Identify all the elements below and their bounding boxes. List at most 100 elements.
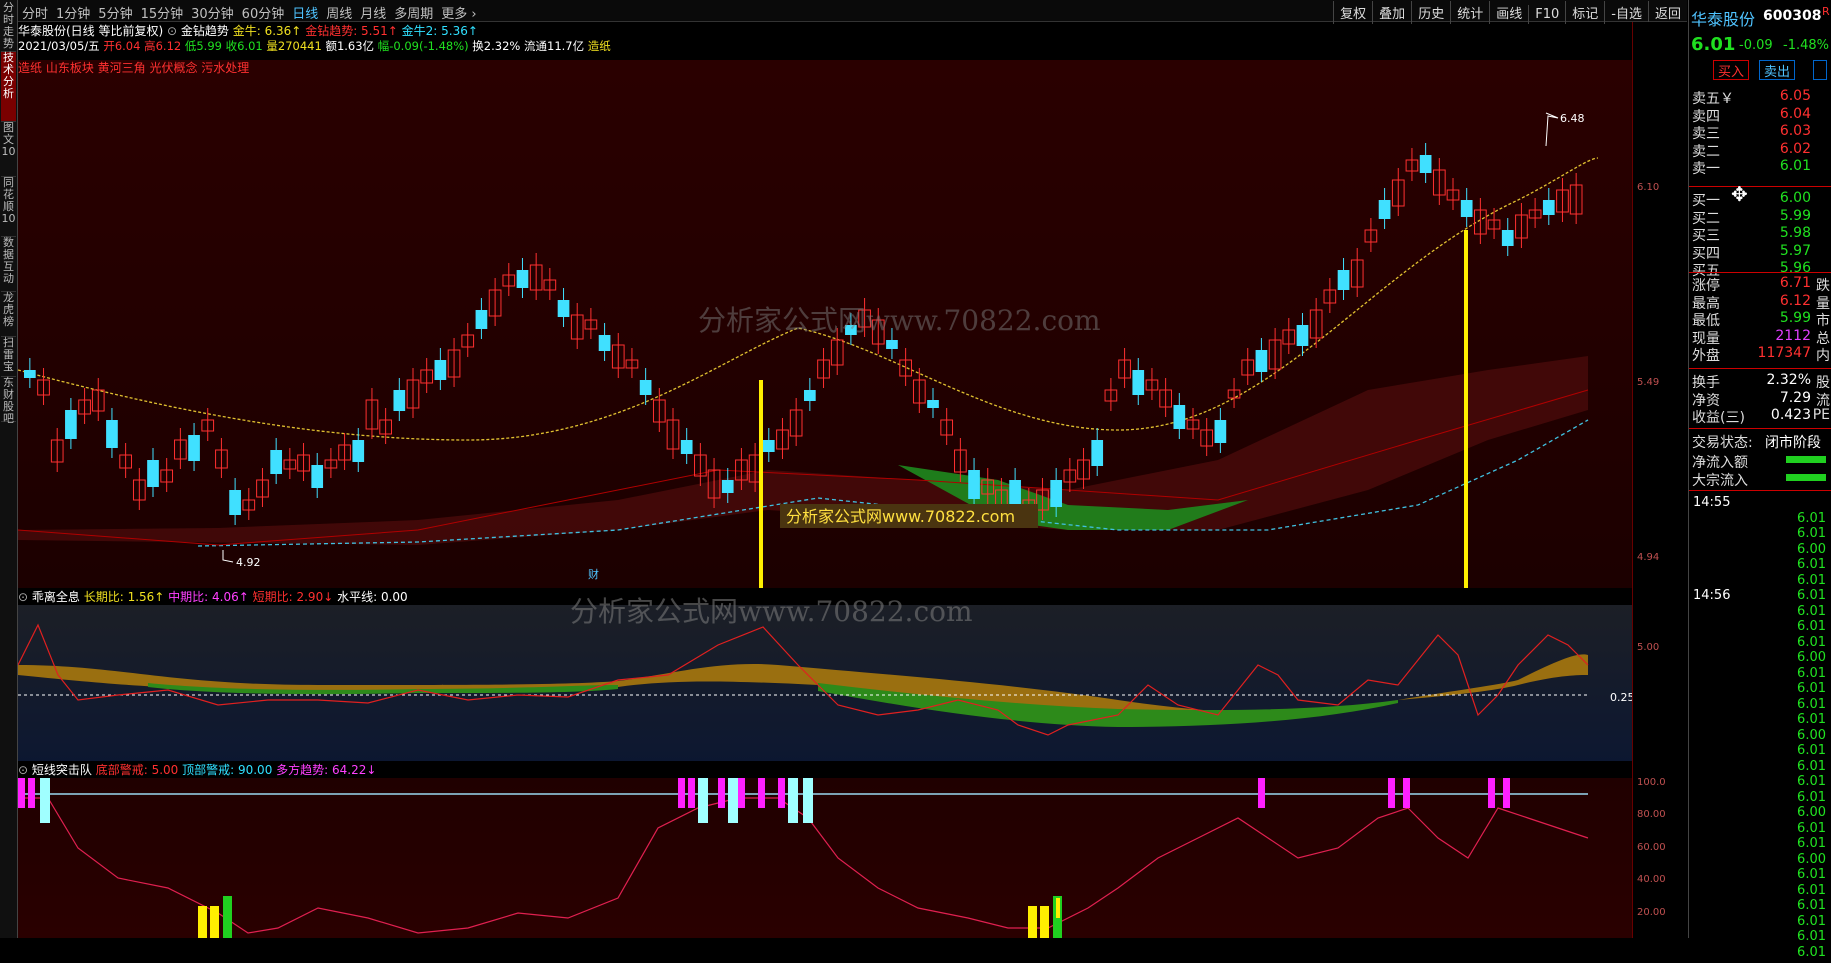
signal-bar — [738, 778, 745, 808]
stat-row-value: 6.71 — [1779, 275, 1811, 291]
toolbar-button[interactable]: 标记 — [1565, 1, 1604, 24]
high-price-label: 6.48 — [1560, 112, 1585, 125]
candle — [106, 420, 118, 448]
tick-price: 6.01 — [1797, 665, 1826, 681]
collapse-icon[interactable]: ⊙ — [18, 590, 32, 604]
stat2: 收益(三) 0.423 PE — [1689, 407, 1831, 427]
candle — [1050, 480, 1062, 507]
candle — [1009, 480, 1021, 508]
candlestick-chart[interactable]: 6.48 4.92 分析家公式网www.70822.com 分析家公式网www.… — [17, 60, 1632, 800]
tick-price: 6.01 — [1797, 526, 1826, 541]
candle — [1214, 420, 1227, 443]
indicator2-value: 多方趋势: 64.22↓ — [272, 763, 377, 777]
tick-price: 6.01 — [1797, 867, 1826, 882]
move-cursor-icon: ✥ — [1731, 182, 1748, 206]
candle — [270, 450, 282, 474]
indicator1-tick: 5.00 — [1637, 642, 1660, 653]
left-tab[interactable]: 龙虎榜 — [1, 292, 16, 337]
sell-button[interactable]: 卖出 — [1759, 60, 1795, 80]
left-tab[interactable]: 东财股吧 — [1, 377, 16, 425]
watermark-top: 分析家公式网www.70822.com — [698, 304, 1101, 337]
period-toolbar: 分时 1分钟 5分钟 15分钟 30分钟 60分钟 日线 周线 月线 多周期 更多 › 复权 叠加 历史… — [18, 0, 1687, 24]
watermark-box: 分析家公式网www.70822.com — [786, 507, 1015, 526]
toolbar-button[interactable]: 历史 — [1411, 1, 1450, 24]
quote-line: 2021/03/05/五 开6.04 高6.12 低5.99 收6.01 量27… — [18, 38, 1687, 56]
tick-price: 6.01 — [1797, 789, 1826, 805]
bid-row-value: 5.99 — [1779, 207, 1811, 224]
candle — [1378, 200, 1391, 219]
tick-price: 6.01 — [1797, 588, 1826, 603]
signal-bar — [1258, 778, 1265, 808]
stat2-value: 2.32% — [1766, 372, 1811, 388]
tick-price: 6.01 — [1797, 836, 1826, 851]
left-tab[interactable]: 数据互动 — [1, 237, 16, 292]
tick-row: 6.01 — [1689, 945, 1831, 963]
candle — [434, 360, 447, 380]
left-tab[interactable]: 图文10 — [1, 122, 16, 177]
toolbar-button[interactable]: -自选 — [1604, 1, 1648, 24]
price-tick: 6.10 — [1637, 182, 1660, 193]
left-tab[interactable]: 扫雷宝 — [1, 337, 16, 377]
trade-state-label: 交易状态: — [1692, 435, 1753, 451]
stat-row-suffix: 内 — [1816, 348, 1830, 364]
signal-bar — [688, 778, 695, 808]
signal-bar — [198, 906, 207, 938]
indicator1-value: 长期比: 1.56↑ — [83, 590, 165, 604]
toolbar-button[interactable]: 画线 — [1489, 1, 1528, 24]
quote-close: 收6.01 — [225, 39, 263, 53]
indicator1-name[interactable]: 乖离全息 — [32, 590, 80, 604]
more-button[interactable] — [1813, 60, 1827, 80]
toolbar-button[interactable]: 返回 — [1647, 1, 1687, 24]
ask-row: 卖一 6.01 — [1689, 158, 1831, 178]
candle — [886, 340, 898, 349]
candle — [188, 435, 200, 461]
stat-row-value: 2112 — [1775, 327, 1811, 344]
toolbar-button[interactable]: 复权 — [1333, 1, 1372, 24]
signal-bar — [718, 778, 725, 808]
indicator-name[interactable]: 金钻趋势 — [181, 24, 229, 38]
left-tab[interactable]: 分时走势 — [1, 2, 16, 52]
candle — [516, 270, 529, 288]
quote-open: 开6.04 — [103, 39, 141, 53]
block-inflow-label: 大宗流入 — [1692, 473, 1748, 489]
candle — [968, 470, 980, 499]
stat-row: 外盘 117347 内 — [1689, 345, 1831, 365]
stock-code: 600308 — [1763, 8, 1822, 24]
toolbar-button[interactable]: 叠加 — [1372, 1, 1411, 24]
tick-price: 6.01 — [1797, 557, 1826, 572]
buy-button[interactable]: 买入 — [1713, 60, 1749, 80]
tick-price: 6.01 — [1797, 913, 1826, 929]
indicator2-name[interactable]: 短线突击队 — [32, 763, 92, 777]
indicator2-tick: 40.00 — [1637, 874, 1666, 885]
indicator1-value: 短期比: 2.90↓ — [248, 590, 334, 604]
candle — [65, 410, 77, 439]
bid-row-value: 5.97 — [1779, 242, 1811, 259]
candle — [680, 440, 693, 454]
candle — [762, 440, 775, 452]
signal-bar — [758, 778, 765, 808]
collapse-icon[interactable]: ⊙ — [167, 24, 181, 38]
stock-name: 华泰股份 — [1691, 10, 1756, 29]
chart-title: 华泰股份(日线 等比前复权) — [18, 24, 164, 38]
tick-price: 6.01 — [1797, 743, 1826, 758]
signal-bar — [678, 778, 685, 808]
tick-price: 6.01 — [1797, 619, 1826, 634]
tick-price: 6.01 — [1797, 634, 1826, 650]
indicator-value: 金牛2: 5.36↑ — [397, 24, 478, 38]
left-tab[interactable]: 技术分析 — [1, 52, 16, 122]
tick-price: 6.00 — [1797, 650, 1826, 665]
signal-bar — [1040, 906, 1049, 938]
toolbar-button[interactable]: 统计 — [1450, 1, 1489, 24]
stat2-value: 7.29 — [1779, 389, 1811, 406]
ask-row-value: 6.04 — [1779, 105, 1811, 122]
left-vertical-tabs: 分时走势 技术分析 图文10 同花顺10 数据互动 龙虎榜 扫雷宝 东财股吧 — [0, 0, 18, 938]
candle — [1173, 405, 1186, 429]
price-tick: 4.94 — [1637, 552, 1660, 563]
quote-date: 2021/03/05/五 — [18, 39, 100, 53]
indicator2-chart[interactable] — [18, 778, 1632, 938]
candle — [927, 400, 939, 408]
left-tab[interactable]: 同花顺10 — [1, 177, 16, 237]
candle — [1296, 325, 1309, 346]
tick-time: 14:56 — [1693, 588, 1731, 603]
collapse-icon[interactable]: ⊙ — [18, 763, 32, 777]
